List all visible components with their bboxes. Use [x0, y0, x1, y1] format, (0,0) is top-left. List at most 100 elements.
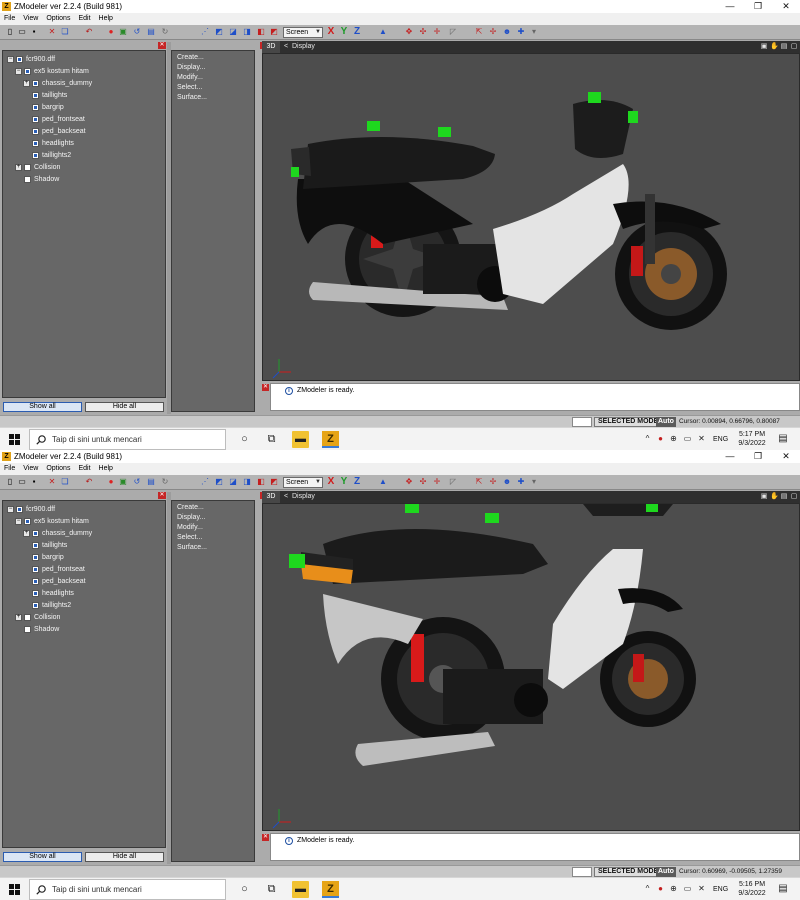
menu-view[interactable]: View	[19, 13, 42, 25]
tree-item-bargrip[interactable]: bargrip	[32, 552, 64, 563]
notification-icon[interactable]: ▤	[776, 882, 790, 896]
menu-options[interactable]: Options	[42, 463, 74, 475]
hide-all-button[interactable]: Hide all	[85, 852, 164, 862]
cmd-surface[interactable]: Surface...	[177, 93, 207, 103]
tree-item-taillights[interactable]: taillights	[32, 540, 67, 551]
tree-checkbox[interactable]	[32, 589, 39, 597]
tree-item-shadow[interactable]: Shadow	[24, 624, 59, 635]
tree-item-fcr900[interactable]: − fcr900.dff	[7, 54, 55, 65]
cmd-display[interactable]: Display...	[177, 63, 205, 73]
cmd-modify[interactable]: Modify...	[177, 523, 203, 533]
volume-muted-icon[interactable]: ✕	[696, 883, 707, 894]
notification-icon[interactable]: ▤	[776, 432, 790, 446]
z-axis-button[interactable]: Z	[352, 26, 362, 38]
tree-checkbox[interactable]	[24, 517, 31, 525]
camera-options-icon[interactable]: ▾	[529, 27, 539, 37]
tree-expander-icon[interactable]: +	[15, 163, 22, 171]
menu-file[interactable]: File	[0, 463, 19, 475]
tree-checkbox[interactable]	[32, 115, 39, 123]
redo-icon[interactable]: ↻	[160, 477, 170, 487]
y-axis-button[interactable]: Y	[339, 26, 349, 38]
tree-item-ped-frontseat[interactable]: ped_frontseat	[32, 114, 85, 125]
cmd-create[interactable]: Create...	[177, 53, 204, 63]
tree-checkbox[interactable]	[24, 67, 31, 75]
move-icon[interactable]: ✥	[404, 27, 414, 37]
tree-item-chassis-dummy[interactable]: + chassis_dummy	[23, 528, 92, 539]
camera-zoom-icon[interactable]: ✚	[516, 477, 526, 487]
network-icon[interactable]: ⊕	[668, 883, 679, 894]
viewport-hand-icon[interactable]: ✋	[770, 43, 779, 51]
cmd-display[interactable]: Display...	[177, 513, 205, 523]
delete-icon[interactable]: ✕	[47, 27, 57, 37]
tree-expander-icon[interactable]: +	[23, 529, 30, 537]
new-file-icon[interactable]: ▯	[5, 477, 15, 487]
file-explorer-icon[interactable]: ▬	[292, 881, 309, 898]
taskbar-clock[interactable]: 5:16 PM 9/3/2022	[736, 880, 768, 898]
undo-icon[interactable]: ↶	[84, 477, 94, 487]
show-all-button[interactable]: Show all	[3, 402, 82, 412]
x-axis-button[interactable]: X	[326, 476, 336, 488]
tree-expander-icon[interactable]: +	[23, 79, 30, 87]
rotate-icon[interactable]: ✣	[418, 27, 428, 37]
tree-item-taillights2[interactable]: taillights2	[32, 600, 71, 611]
volume-muted-icon[interactable]: ✕	[696, 433, 707, 444]
cmd-select[interactable]: Select...	[177, 533, 202, 543]
3d-viewport[interactable]	[262, 53, 800, 381]
camera-pan-icon[interactable]: ⇱	[474, 27, 484, 37]
tree-checkbox[interactable]	[24, 625, 31, 633]
undo-history-icon[interactable]: ↺	[132, 27, 142, 37]
battery-icon[interactable]: ▭	[682, 433, 693, 444]
network-icon[interactable]: ⊕	[668, 433, 679, 444]
menu-view[interactable]: View	[19, 463, 42, 475]
viewport-hand-icon[interactable]: ✋	[770, 493, 779, 501]
tree-expander-icon[interactable]: +	[15, 613, 22, 621]
transform-axis-icon[interactable]: ▲	[378, 477, 388, 487]
invert-selection-icon[interactable]: ◩	[269, 27, 279, 37]
auto-label[interactable]: Auto	[656, 867, 676, 877]
cortana-icon[interactable]: ○	[236, 881, 253, 898]
camera-walk-icon[interactable]: ☻	[502, 477, 512, 487]
tree-checkbox[interactable]	[32, 565, 39, 573]
menu-edit[interactable]: Edit	[74, 463, 94, 475]
tree-item-ex5-kostum-hitam[interactable]: − ex5 kostum hitam	[15, 516, 89, 527]
select-edge-icon[interactable]: ◩	[214, 477, 224, 487]
invert-selection-icon[interactable]: ◩	[269, 477, 279, 487]
minimize-button[interactable]: —	[716, 450, 744, 463]
start-button[interactable]	[0, 878, 28, 900]
viewport-settings-icon[interactable]: ▤	[780, 493, 788, 501]
open-file-icon[interactable]: ▭	[17, 27, 27, 37]
log-close-icon[interactable]: ✕	[262, 834, 269, 841]
move-icon[interactable]: ✥	[404, 477, 414, 487]
tree-item-fcr900[interactable]: − fcr900.dff	[7, 504, 55, 515]
battery-icon[interactable]: ▭	[682, 883, 693, 894]
undo-history-icon[interactable]: ↺	[132, 477, 142, 487]
maximize-button[interactable]: ❐	[744, 0, 772, 13]
tree-checkbox[interactable]	[32, 553, 39, 561]
transform-axis-icon[interactable]: ▲	[378, 27, 388, 37]
tree-item-headlights[interactable]: headlights	[32, 138, 74, 149]
document-icon[interactable]: ▤	[146, 27, 156, 37]
undo-icon[interactable]: ↶	[84, 27, 94, 37]
tree-checkbox[interactable]	[32, 103, 39, 111]
menu-file[interactable]: File	[0, 13, 19, 25]
texture-icon[interactable]: ▣	[118, 27, 128, 37]
tree-checkbox[interactable]	[16, 55, 23, 63]
tree-checkbox[interactable]	[32, 577, 39, 585]
cortana-icon[interactable]: ○	[236, 431, 253, 448]
tray-chevron-icon[interactable]: ^	[642, 433, 653, 444]
close-button[interactable]: ✕	[772, 450, 800, 463]
select-all-icon[interactable]: ◧	[256, 27, 266, 37]
tree-expander-icon[interactable]: −	[15, 67, 22, 75]
tree-checkbox[interactable]	[32, 127, 39, 135]
input-language[interactable]: ENG	[713, 878, 728, 900]
x-axis-button[interactable]: X	[326, 26, 336, 38]
selected-mode-label[interactable]: SELECTED MODE	[594, 417, 663, 427]
select-edge-icon[interactable]: ◩	[214, 27, 224, 37]
camera-options-icon[interactable]: ▾	[529, 477, 539, 487]
menu-help[interactable]: Help	[95, 463, 117, 475]
document-icon[interactable]: ▤	[146, 477, 156, 487]
maximize-button[interactable]: ❐	[744, 450, 772, 463]
viewport-screenshot-icon[interactable]: ▣	[760, 493, 768, 501]
tree-item-ex5-kostum-hitam[interactable]: − ex5 kostum hitam	[15, 66, 89, 77]
cmd-surface[interactable]: Surface...	[177, 543, 207, 553]
